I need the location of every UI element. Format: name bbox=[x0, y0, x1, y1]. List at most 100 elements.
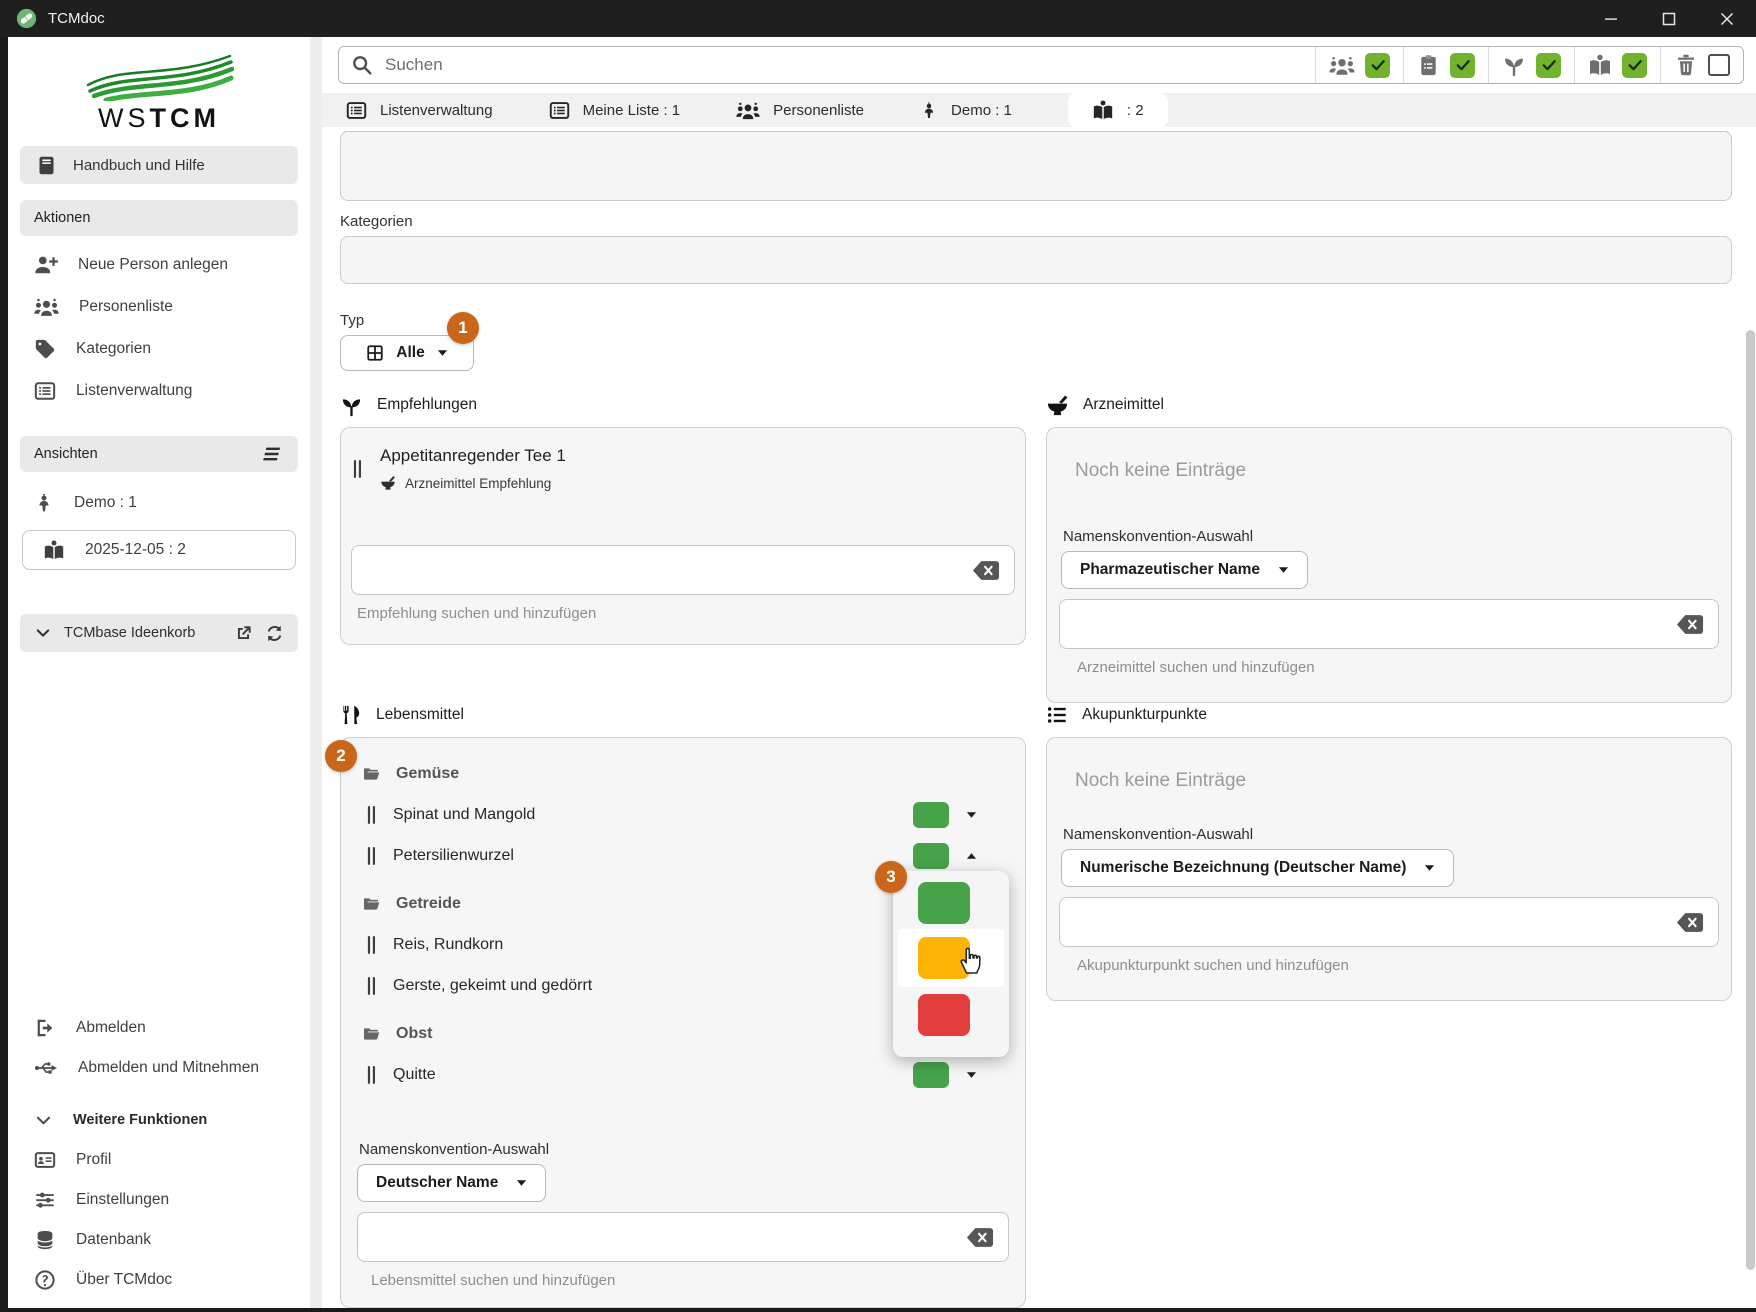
drag-handle-icon[interactable] bbox=[367, 1064, 376, 1086]
drag-handle-icon[interactable] bbox=[367, 804, 376, 826]
filter-lists-toggle[interactable] bbox=[1403, 47, 1488, 83]
tab-personenliste[interactable]: Personenliste bbox=[736, 93, 864, 127]
color-option-red[interactable] bbox=[918, 994, 970, 1036]
kategorien-field[interactable] bbox=[340, 236, 1732, 284]
sidebar-item-label: Neue Person anlegen bbox=[78, 256, 228, 274]
sidebar-item-datenbank[interactable]: Datenbank bbox=[8, 1220, 310, 1260]
section-akupunkturpunkte: Akupunkturpunkte Noch keine Einträge Nam… bbox=[1046, 703, 1732, 1001]
filter-views-toggle[interactable] bbox=[1574, 47, 1660, 83]
sidebar-view-demo[interactable]: Demo : 1 bbox=[8, 482, 310, 524]
sidebar-item-listenverwaltung[interactable]: Listenverwaltung bbox=[8, 370, 310, 412]
sidebar-item-neue-person[interactable]: Neue Person anlegen bbox=[8, 244, 310, 286]
sidebar-item-einstellungen[interactable]: Einstellungen bbox=[8, 1180, 310, 1220]
people-group-icon bbox=[1329, 54, 1355, 77]
empfehlung-search-input[interactable] bbox=[366, 560, 972, 580]
fork-knife-icon bbox=[340, 704, 362, 726]
recommendation-title: Appetitanregender Tee 1 bbox=[380, 446, 566, 466]
clear-input-icon[interactable] bbox=[1676, 614, 1704, 635]
ideenkorb-label: TCMbase Ideenkorb bbox=[64, 625, 222, 641]
sidebar-item-personenliste[interactable]: Personenliste bbox=[8, 286, 310, 328]
arzneimittel-convention-dropdown[interactable]: Pharmazeutischer Name bbox=[1061, 551, 1308, 589]
caret-down-icon bbox=[1278, 566, 1289, 574]
sidebar-item-abmelden-mitnehmen[interactable]: Abmelden und Mitnehmen bbox=[8, 1048, 310, 1088]
akupunkturpunkt-hint: Akupunkturpunkt suchen und hinzufügen bbox=[1077, 957, 1709, 974]
sidebar-item-handbuch[interactable]: Handbuch und Hilfe bbox=[20, 146, 298, 184]
filter-trash-toggle[interactable] bbox=[1660, 47, 1743, 83]
clear-input-icon[interactable] bbox=[1676, 912, 1704, 933]
typ-label: Typ bbox=[340, 312, 1732, 329]
maximize-button[interactable] bbox=[1640, 0, 1698, 37]
caret-down-icon bbox=[966, 1071, 977, 1079]
lebensmittel-search-input[interactable] bbox=[372, 1227, 966, 1247]
lebensmittel-convention-dropdown[interactable]: Deutscher Name bbox=[357, 1164, 546, 1202]
close-button[interactable] bbox=[1698, 0, 1756, 37]
sidebar-item-label: Über TCMdoc bbox=[76, 1271, 172, 1289]
akupunkturpunkt-search-input[interactable] bbox=[1074, 912, 1676, 932]
window-bottom-edge bbox=[0, 1308, 1756, 1312]
usb-icon bbox=[34, 1057, 58, 1079]
sidebar-item-kategorien[interactable]: Kategorien bbox=[8, 328, 310, 370]
drag-handle-icon[interactable] bbox=[367, 934, 376, 956]
color-option-green[interactable] bbox=[918, 882, 970, 924]
clear-input-icon[interactable] bbox=[972, 560, 1000, 581]
refresh-icon[interactable] bbox=[265, 624, 284, 643]
sidebar-item-abmelden[interactable]: Abmelden bbox=[8, 1008, 310, 1048]
tag-icon bbox=[34, 338, 56, 360]
title-bar: TCMdoc bbox=[0, 0, 1756, 37]
convention-value: Numerische Bezeichnung (Deutscher Name) bbox=[1080, 859, 1406, 877]
arzneimittel-search-input[interactable] bbox=[1074, 614, 1676, 634]
people-group-icon bbox=[736, 100, 760, 121]
mortar-icon bbox=[380, 475, 396, 491]
checkbox-unchecked bbox=[1708, 54, 1730, 76]
status-color-dropdown[interactable] bbox=[913, 802, 977, 828]
tab-view-2-active[interactable]: : 2 bbox=[1068, 93, 1168, 127]
search-icon bbox=[351, 54, 373, 76]
food-group-gemuese[interactable]: Gemüse bbox=[355, 754, 1011, 794]
akupunkturpunkte-convention-dropdown[interactable]: Numerische Bezeichnung (Deutscher Name) bbox=[1061, 849, 1454, 887]
minimize-button[interactable] bbox=[1582, 0, 1640, 37]
sidebar-item-label: Einstellungen bbox=[76, 1191, 169, 1209]
tab-listenverwaltung[interactable]: Listenverwaltung bbox=[346, 93, 493, 127]
notes-field[interactable] bbox=[340, 131, 1732, 201]
food-item-label: Reis, Rundkorn bbox=[393, 936, 503, 954]
tab-meine-liste[interactable]: Meine Liste : 1 bbox=[549, 93, 681, 127]
question-circle-icon bbox=[34, 1269, 56, 1291]
drag-handle-icon[interactable] bbox=[367, 845, 376, 867]
vertical-scrollbar[interactable] bbox=[1746, 330, 1755, 1270]
status-color-dropdown-open[interactable] bbox=[913, 843, 977, 869]
filter-recommendations-toggle[interactable] bbox=[1488, 47, 1574, 83]
akupunkturpunkte-card: Noch keine Einträge Namenskonvention-Aus… bbox=[1046, 737, 1732, 1001]
check-icon bbox=[1454, 56, 1472, 74]
sidebar-item-ueber-tcmdoc[interactable]: Über TCMdoc bbox=[8, 1260, 310, 1300]
app-title: TCMdoc bbox=[48, 10, 105, 27]
tab-demo[interactable]: Demo : 1 bbox=[920, 93, 1012, 127]
clear-input-icon[interactable] bbox=[966, 1227, 994, 1248]
status-color-dropdown[interactable] bbox=[913, 1062, 977, 1088]
typ-filter-button[interactable]: Alle 1 bbox=[340, 335, 474, 371]
list-card-icon bbox=[34, 380, 56, 402]
grid-icon bbox=[366, 344, 384, 362]
search-input[interactable] bbox=[383, 54, 1315, 76]
chevron-down-icon bbox=[34, 624, 52, 642]
status-swatch bbox=[913, 1062, 949, 1088]
check-icon bbox=[1626, 56, 1644, 74]
sidebar-view-selected[interactable]: 2025-12-05 : 2 bbox=[22, 530, 296, 570]
id-card-icon bbox=[34, 1149, 56, 1171]
handbuch-label: Handbuch und Hilfe bbox=[73, 157, 205, 174]
sort-icon[interactable] bbox=[262, 443, 284, 465]
sidebar-item-label: Listenverwaltung bbox=[76, 382, 192, 400]
food-item-row: Quitte bbox=[355, 1054, 1011, 1095]
sidebar-item-profil[interactable]: Profil bbox=[8, 1140, 310, 1180]
lebensmittel-hint: Lebensmittel suchen und hinzufügen bbox=[371, 1272, 1001, 1289]
drag-handle-icon[interactable] bbox=[353, 458, 362, 480]
sidebar-item-weitere-funktionen[interactable]: Weitere Funktionen bbox=[8, 1100, 310, 1140]
drag-handle-icon[interactable] bbox=[367, 975, 376, 997]
view-label: Demo : 1 bbox=[74, 494, 137, 512]
external-link-icon[interactable] bbox=[234, 624, 253, 643]
section-title: Arzneimittel bbox=[1083, 396, 1164, 414]
filter-persons-toggle[interactable] bbox=[1315, 47, 1403, 83]
tab-label: : 2 bbox=[1127, 102, 1144, 119]
sprout-icon bbox=[1502, 53, 1526, 77]
ideenkorb-expander[interactable]: TCMbase Ideenkorb bbox=[20, 614, 298, 652]
arzneimittel-empty-text: Noch keine Einträge bbox=[1075, 460, 1719, 482]
